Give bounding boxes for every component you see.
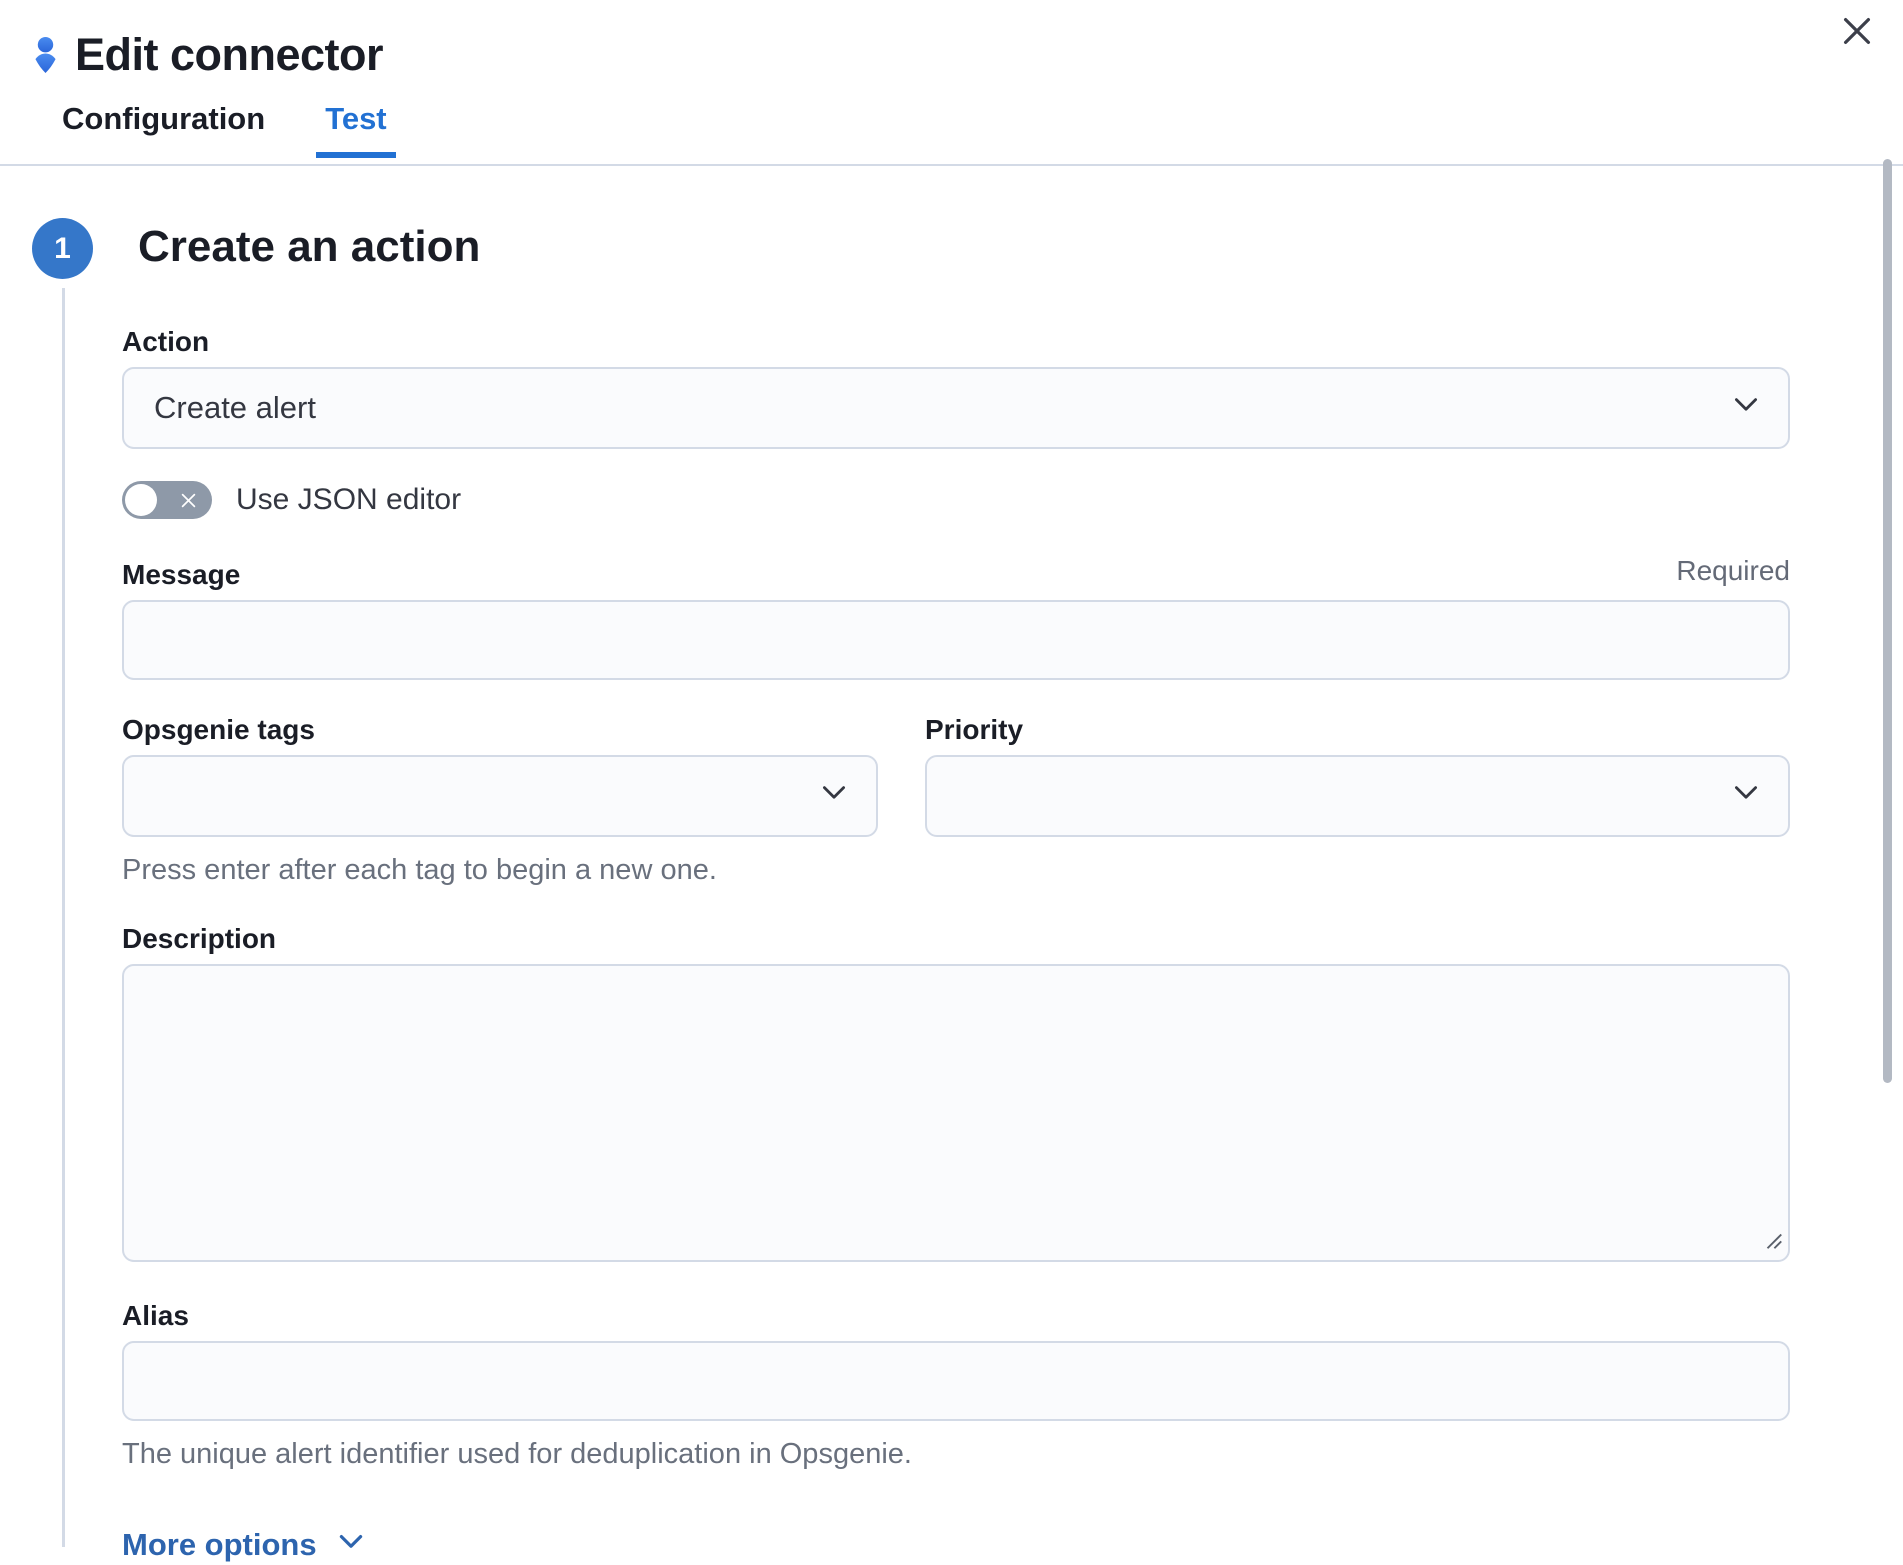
- action-label: Action: [122, 330, 1790, 354]
- json-editor-toggle[interactable]: [122, 481, 212, 519]
- flyout-header: Edit connector Configuration Test: [0, 0, 1903, 166]
- alias-field: Alias The unique alert identifier used f…: [122, 1304, 1790, 1471]
- more-options-button[interactable]: More options: [122, 1525, 367, 1565]
- close-icon: [1838, 12, 1876, 53]
- description-textarea[interactable]: [122, 964, 1790, 1262]
- close-button[interactable]: [1833, 8, 1881, 56]
- chevron-down-icon: [1730, 388, 1762, 428]
- opsgenie-tags-help-text: Press enter after each tag to begin a ne…: [122, 853, 878, 887]
- opsgenie-tags-combobox[interactable]: [122, 755, 878, 837]
- opsgenie-connector-icon: [33, 37, 58, 74]
- message-field: Message Required: [122, 555, 1790, 680]
- resize-handle-icon[interactable]: [1762, 1229, 1784, 1256]
- tab-bar: Configuration Test: [33, 102, 1903, 158]
- test-form: Create an action Action Create alert Use…: [0, 218, 1903, 1565]
- toggle-knob: [125, 484, 157, 516]
- step-title: Create an action: [138, 218, 1790, 276]
- description-label: Description: [122, 927, 1790, 951]
- chevron-down-icon: [818, 776, 850, 816]
- chevron-down-icon: [1730, 776, 1762, 816]
- opsgenie-tags-label: Opsgenie tags: [122, 718, 878, 742]
- chevron-down-icon: [335, 1525, 367, 1565]
- more-options-label: More options: [122, 1527, 317, 1563]
- message-required-badge: Required: [1676, 555, 1790, 587]
- message-input[interactable]: [122, 600, 1790, 680]
- opsgenie-tags-field: Opsgenie tags Press enter after each tag…: [122, 718, 878, 887]
- json-editor-toggle-row: Use JSON editor: [122, 481, 1790, 519]
- priority-select[interactable]: [925, 755, 1790, 837]
- action-field: Action Create alert: [122, 330, 1790, 449]
- tab-configuration[interactable]: Configuration: [53, 102, 274, 158]
- json-editor-toggle-label: Use JSON editor: [236, 483, 461, 517]
- toggle-off-x-icon: [178, 490, 199, 514]
- action-select-value: Create alert: [154, 390, 316, 426]
- alias-help-text: The unique alert identifier used for ded…: [122, 1437, 1790, 1471]
- alias-label: Alias: [122, 1304, 1790, 1328]
- description-field: Description: [122, 927, 1790, 1262]
- action-select[interactable]: Create alert: [122, 367, 1790, 449]
- tags-priority-row: Opsgenie tags Press enter after each tag…: [122, 718, 1790, 887]
- priority-field: Priority: [925, 718, 1790, 887]
- priority-label: Priority: [925, 718, 1790, 742]
- message-label: Message: [122, 563, 240, 587]
- alias-input[interactable]: [122, 1341, 1790, 1421]
- page-title: Edit connector: [75, 30, 383, 80]
- tab-test[interactable]: Test: [316, 102, 395, 158]
